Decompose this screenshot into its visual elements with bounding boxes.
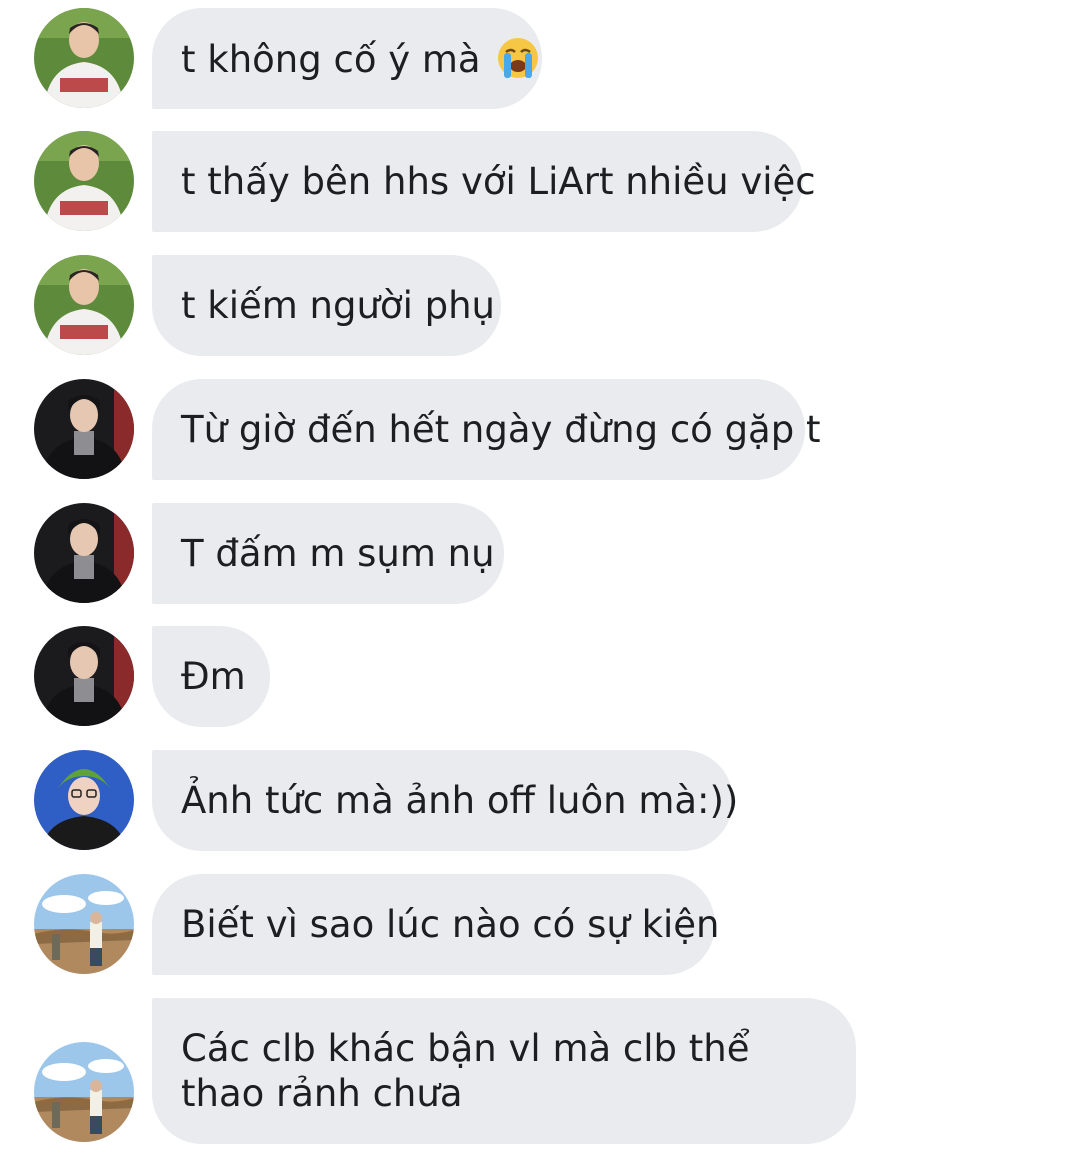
message-bubble[interactable]: Biết vì sao lúc nào có sự kiện [152, 874, 720, 975]
message-bubble[interactable]: T đấm m sụm nụ [152, 503, 504, 604]
avatar[interactable] [34, 379, 134, 479]
message-text: t thấy bên hhs với LiArt nhiều việc [181, 160, 816, 203]
message-bubble[interactable]: t thấy bên hhs với LiArt nhiều việc [152, 131, 816, 232]
message-text: Đm [181, 655, 246, 698]
message-text: Các clb khác bận vl mà clb thể thao rảnh… [181, 1027, 750, 1115]
message-text: Từ giờ đến hết ngày đừng có gặp t [181, 408, 821, 451]
avatar-person-dark-coat-icon [34, 503, 134, 603]
loudly-crying-face-icon [498, 38, 539, 78]
avatar-field-landscape-icon [34, 874, 134, 974]
avatar-baseball-player-icon [34, 255, 134, 355]
message-text: t không cố ý mà [181, 38, 481, 81]
avatar[interactable] [34, 626, 134, 726]
avatar[interactable] [34, 874, 134, 974]
message-bubble[interactable]: Từ giờ đến hết ngày đừng có gặp t [152, 379, 820, 480]
message-text: Biết vì sao lúc nào có sự kiện [181, 903, 720, 946]
message-bubble[interactable]: t kiếm người phụ [152, 255, 501, 356]
avatar[interactable] [34, 1042, 134, 1142]
avatar-person-dark-coat-icon [34, 626, 134, 726]
message-bubble[interactable]: Đm [152, 626, 270, 727]
avatar[interactable] [34, 503, 134, 603]
message-text: Ảnh tức mà ảnh off luôn mà:)) [181, 779, 739, 822]
avatar-field-landscape-icon [34, 1042, 134, 1142]
avatar[interactable] [34, 8, 134, 108]
avatar[interactable] [34, 255, 134, 355]
message-bubble[interactable]: t không cố ý mà [152, 8, 542, 109]
message-bubble[interactable]: Các clb khác bận vl mà clb thể thao rảnh… [152, 998, 856, 1144]
avatar-baseball-player-icon [34, 131, 134, 231]
message-text: T đấm m sụm nụ [181, 532, 495, 575]
avatar-baseball-player-icon [34, 8, 134, 108]
avatar[interactable] [34, 750, 134, 850]
avatar-person-green-hat-icon [34, 750, 134, 850]
message-bubble[interactable]: Ảnh tức mà ảnh off luôn mà:)) [152, 750, 738, 851]
message-text: t kiếm người phụ [181, 284, 495, 327]
avatar[interactable] [34, 131, 134, 231]
avatar-person-dark-coat-icon [34, 379, 134, 479]
